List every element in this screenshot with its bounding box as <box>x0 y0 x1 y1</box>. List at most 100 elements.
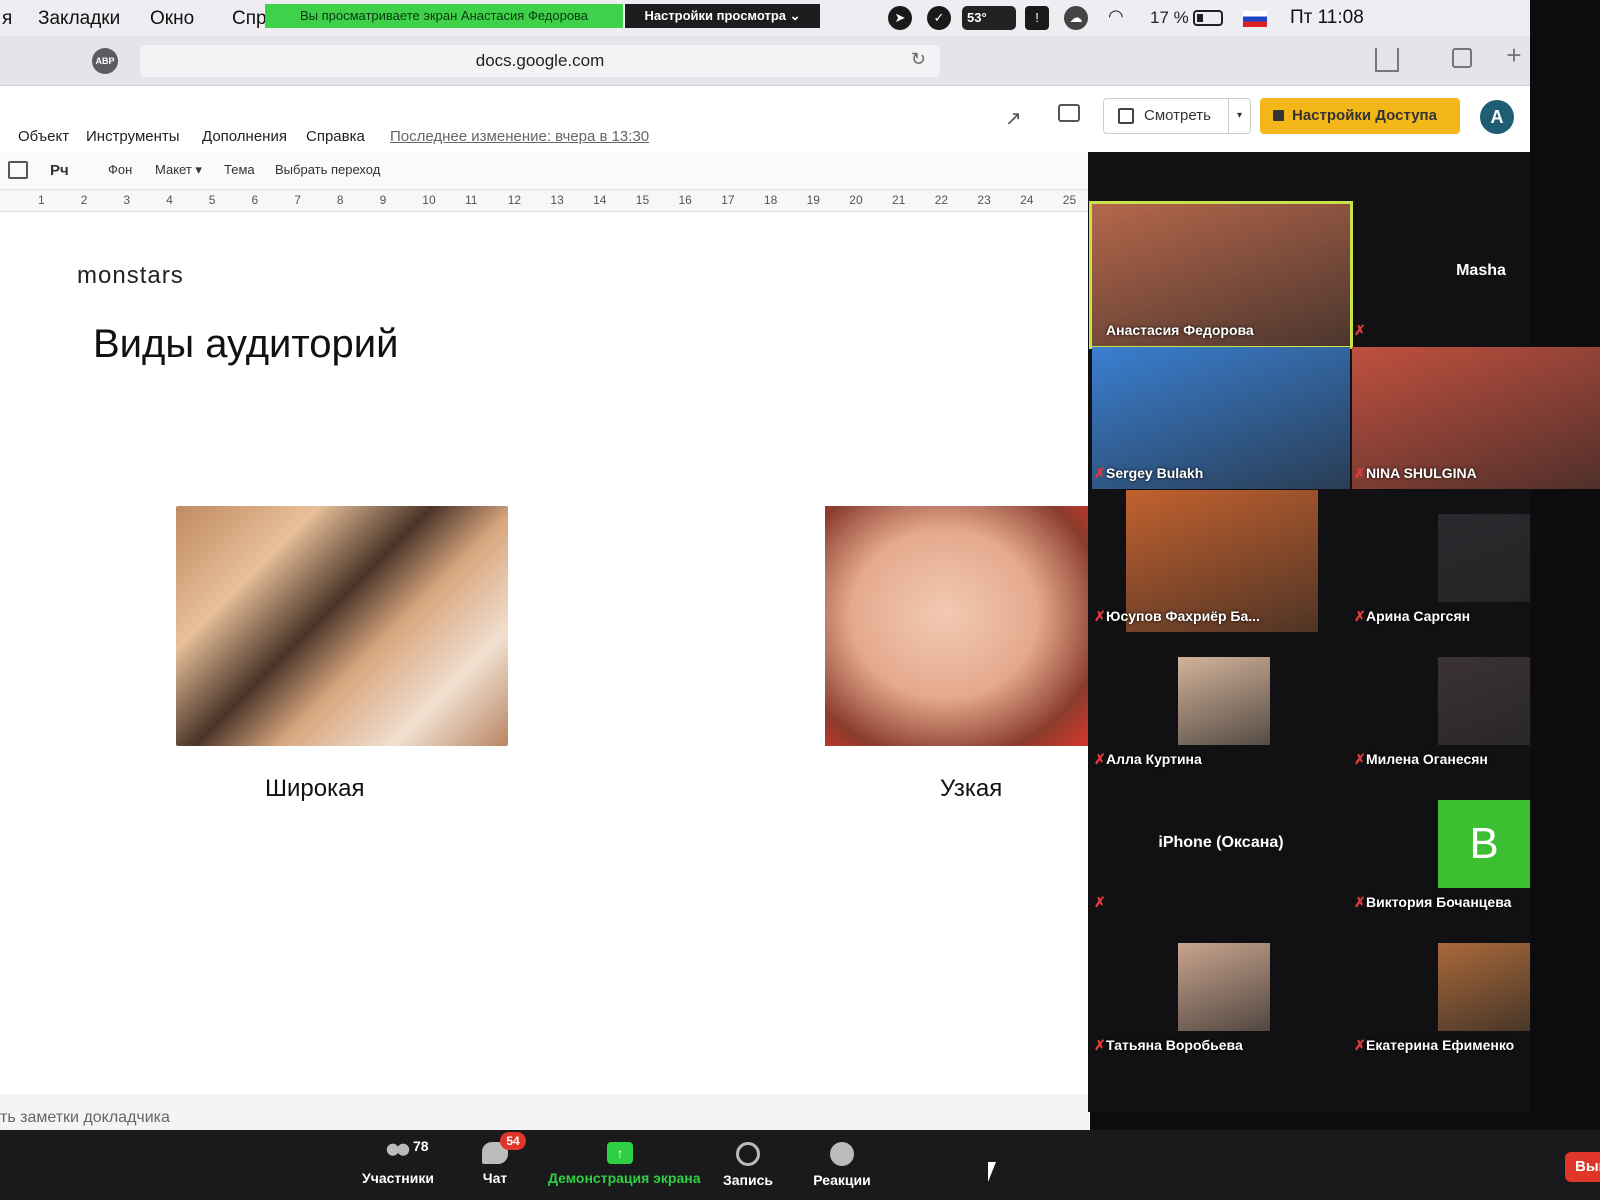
ruler-tick-label: 20 <box>849 193 863 207</box>
record-label: Запись <box>722 1172 773 1188</box>
leave-meeting-button[interactable]: Вый <box>1565 1152 1600 1182</box>
slide-logo: monstars <box>77 262 184 289</box>
present-icon <box>1118 108 1134 124</box>
muted-mic-icon: ✗ <box>1094 608 1106 624</box>
toolbar-theme-button[interactable]: Тема <box>224 162 255 177</box>
new-tab-button[interactable]: + <box>1498 40 1530 80</box>
present-dropdown-icon[interactable]: ▾ <box>1228 99 1250 133</box>
menu-object[interactable]: Объект <box>18 128 69 145</box>
location-icon[interactable]: ➤ <box>888 6 912 30</box>
chat-button[interactable]: 54 Чат <box>470 1130 526 1200</box>
ruler-tick-label: 21 <box>892 193 906 207</box>
participant-tile[interactable]: Алла Куртина ✗ <box>1092 633 1350 775</box>
participant-tile[interactable]: Милена Оганесян ✗ <box>1352 633 1600 775</box>
menu-item-partial[interactable]: я <box>2 8 12 30</box>
ruler-tick-label: 9 <box>379 193 387 207</box>
single-person-photo[interactable] <box>825 506 1090 746</box>
menu-addons[interactable]: Дополнения <box>202 128 287 145</box>
check-icon[interactable]: ✓ <box>927 6 951 30</box>
zoom-gallery-panel: Анастасия Федорова Masha ✗ Sergey Bulakh ✗ NI… <box>1088 152 1600 1112</box>
url-field[interactable]: docs.google.com ↻ <box>140 45 940 77</box>
participant-tile[interactable]: NINA SHULGINA ✗ <box>1352 347 1600 489</box>
participant-video <box>1178 657 1270 745</box>
ruler-tick-label: 5 <box>208 193 216 207</box>
participant-tile[interactable]: iPhone (Оксана) ✗ <box>1092 776 1350 918</box>
ruler-tick-label: 10 <box>422 193 436 207</box>
participant-tile[interactable]: Татьяна Воробьева ✗ <box>1092 919 1350 1061</box>
participants-icon <box>385 1142 411 1164</box>
keyboard-layout-flag-icon[interactable] <box>1243 11 1267 27</box>
slides-toolbar: Рч Фон Макет ▾ Тема Выбрать переход <box>0 152 1090 190</box>
present-button[interactable]: Смотреть ▾ <box>1103 98 1251 134</box>
participant-tile[interactable]: Екатерина Ефименко ✗ <box>1352 919 1600 1061</box>
speaker-notes[interactable]: ть заметки докладчика <box>0 1094 1090 1130</box>
crowd-photo[interactable] <box>176 506 508 746</box>
participant-tile[interactable]: Арина Саргсян ✗ <box>1352 490 1600 632</box>
record-button[interactable]: Запись <box>718 1130 778 1200</box>
participant-tile[interactable]: Sergey Bulakh ✗ <box>1092 347 1350 489</box>
cloud-icon[interactable]: ☁ <box>1064 6 1088 30</box>
participant-name: Анастасия Федорова <box>1106 322 1254 338</box>
share-access-label: Настройки Доступа <box>1292 107 1437 124</box>
muted-mic-icon: ✗ <box>1094 751 1106 767</box>
tabs-overview-icon[interactable] <box>1452 48 1472 68</box>
ruler-tick-label: 19 <box>806 193 820 207</box>
toolbar-background-button[interactable]: Фон <box>108 162 132 177</box>
muted-mic-icon: ✗ <box>1354 465 1366 481</box>
activity-trend-icon[interactable]: ↗ <box>1005 106 1022 131</box>
share-access-button[interactable]: Настройки Доступа <box>1260 98 1460 134</box>
speaker-notes-placeholder: ть заметки докладчика <box>0 1109 170 1126</box>
wifi-icon[interactable]: ◠ <box>1108 6 1124 30</box>
ruler-tick-label: 25 <box>1062 193 1077 207</box>
ruler-tick-label: 17 <box>721 193 735 207</box>
slide[interactable]: monstars Виды аудиторий Широкая Узкая <box>0 212 1090 1094</box>
menu-tools[interactable]: Инструменты <box>86 128 180 145</box>
participant-tile[interactable]: Masha ✗ <box>1352 204 1600 346</box>
menubar-clock[interactable]: Пт 11:08 <box>1290 6 1364 30</box>
slide-title: Виды аудиторий <box>93 322 399 366</box>
participant-video <box>1438 657 1530 745</box>
ruler: 1 2 3 4 5 6 7 8 9 10 11 12 13 14 15 16 17 18 19 20 21 22 23 24 2… <box>0 190 1090 212</box>
muted-mic-icon: ✗ <box>1354 894 1366 910</box>
toolbar-layout-button[interactable]: Макет ▾ <box>155 162 202 178</box>
view-options-button[interactable]: Настройки просмотра ⌄ <box>625 4 820 28</box>
muted-mic-icon: ✗ <box>1354 608 1366 624</box>
share-screen-button[interactable]: ↑ Демонстрация экрана <box>548 1130 701 1200</box>
last-edit-link[interactable]: Последнее изменение: вчера в 13:30 <box>390 128 649 145</box>
ruler-tick-label: 22 <box>934 193 949 207</box>
participant-tile[interactable]: Юсупов Фахриёр Ба... ✗ <box>1092 490 1350 632</box>
participant-name: Екатерина Ефименко <box>1366 1037 1515 1053</box>
participant-tile[interactable]: Анастасия Федорова <box>1089 201 1353 349</box>
adblock-icon[interactable]: ABP <box>92 48 118 74</box>
present-label: Смотреть <box>1144 107 1211 124</box>
ruler-tick-label: 4 <box>166 193 173 207</box>
muted-mic-icon: ✗ <box>1354 751 1366 767</box>
chat-label: Чат <box>482 1170 508 1186</box>
battery-icon[interactable] <box>1193 10 1223 26</box>
comments-icon[interactable] <box>1058 104 1080 122</box>
ruler-tick-label: 24 <box>1020 193 1034 207</box>
record-icon <box>736 1142 760 1166</box>
mouse-cursor-icon <box>988 1162 1004 1182</box>
menu-help[interactable]: Справка <box>306 128 365 145</box>
shield-icon[interactable]: ! <box>1025 6 1049 30</box>
account-avatar[interactable]: A <box>1480 100 1514 134</box>
toolbar-transition-button[interactable]: Выбрать переход <box>275 162 380 177</box>
temperature-widget[interactable]: 53° <box>962 6 1016 30</box>
insert-image-icon[interactable] <box>8 161 28 179</box>
toolbar-font-button[interactable]: Рч <box>50 162 69 179</box>
ruler-tick-label: 12 <box>507 193 522 207</box>
mac-menubar: я Закладки Окно Спра Вы просматриваете э… <box>0 0 1530 36</box>
caption-narrow: Узкая <box>940 775 1003 802</box>
menu-bookmarks[interactable]: Закладки <box>38 8 120 30</box>
participant-video <box>1438 943 1530 1031</box>
participant-video <box>1178 943 1270 1031</box>
participants-button[interactable]: 78 Участники <box>360 1130 436 1200</box>
menu-window[interactable]: Окно <box>150 8 194 30</box>
share-icon[interactable] <box>1375 48 1399 72</box>
reload-icon[interactable]: ↻ <box>911 49 926 70</box>
reactions-button[interactable]: Реакции <box>810 1130 874 1200</box>
participant-tile[interactable]: B Виктория Бочанцева ✗ <box>1352 776 1600 918</box>
ruler-tick-label: 2 <box>80 193 88 207</box>
ruler-tick-label: 13 <box>550 193 564 207</box>
